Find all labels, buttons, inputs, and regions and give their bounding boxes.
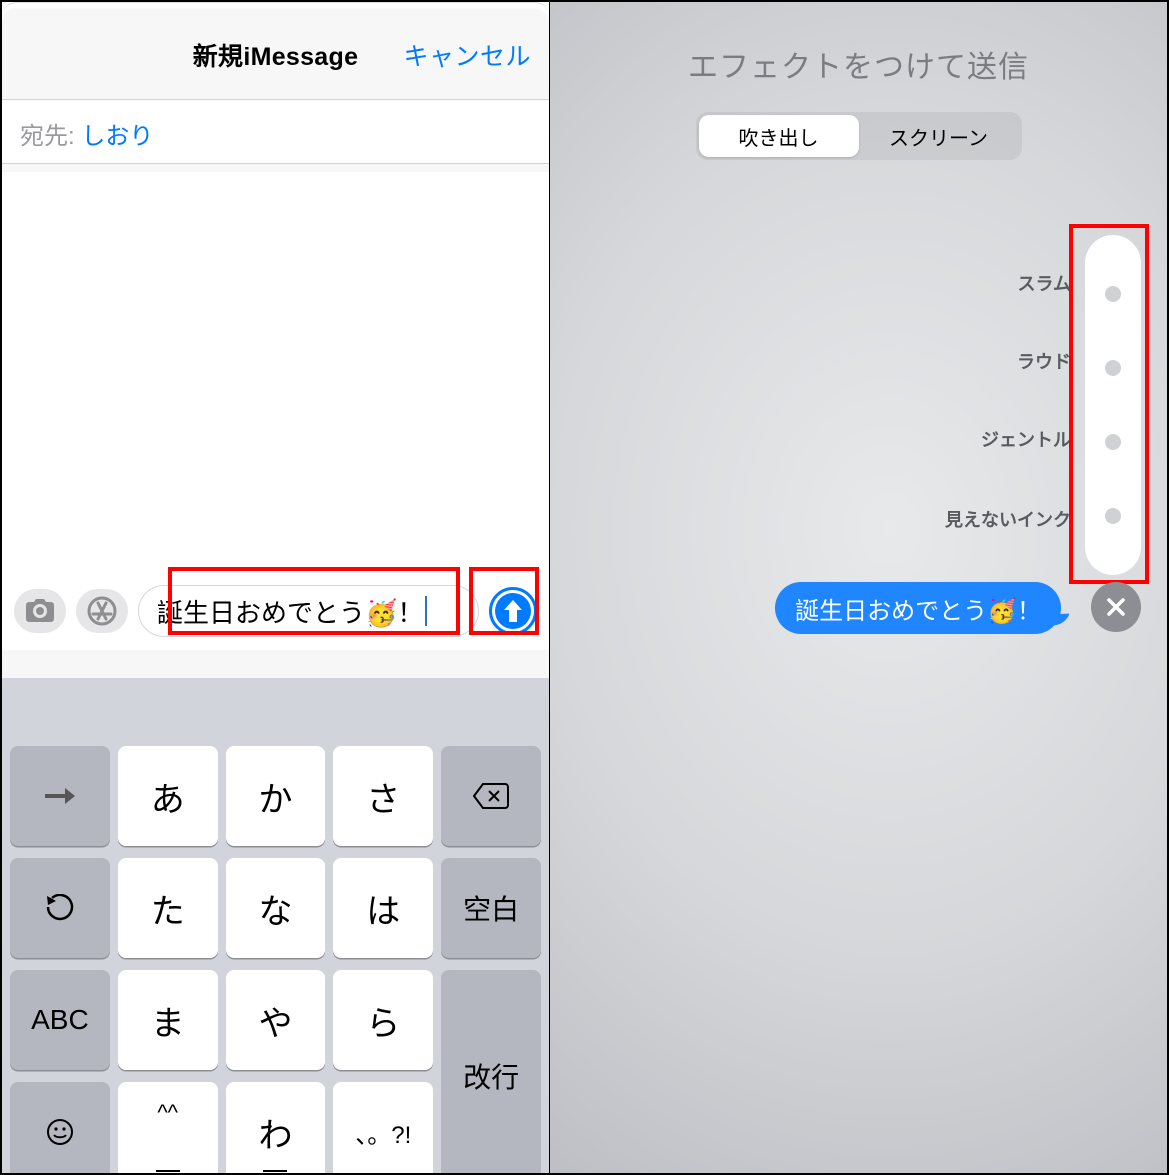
key-wa[interactable]: わ xyxy=(226,1082,326,1173)
smile-icon xyxy=(45,1117,75,1147)
arrow-right-icon xyxy=(45,787,75,805)
recipient-name: しおり xyxy=(81,123,153,150)
close-button[interactable] xyxy=(1091,582,1141,632)
key-abc[interactable]: ABC xyxy=(10,970,110,1070)
key-ma[interactable]: ま xyxy=(118,970,218,1070)
effect-gentle-label: ジェントル xyxy=(981,426,1071,452)
key-ha[interactable]: は xyxy=(333,858,433,958)
app-store-icon xyxy=(87,596,117,626)
effects-screen: エフェクトをつけて送信 吹き出し スクリーン スラム ラウド ジェントル 見えな… xyxy=(550,2,1167,1173)
key-ra[interactable]: ら xyxy=(333,970,433,1070)
recipient-label: 宛先: xyxy=(20,123,81,150)
key-a[interactable]: あ xyxy=(118,746,218,846)
effect-loud-label: ラウド xyxy=(1017,348,1071,374)
nav-title: 新規iMessage xyxy=(193,37,359,73)
cancel-button[interactable]: キャンセル xyxy=(403,10,531,100)
key-ya[interactable]: や xyxy=(226,970,326,1070)
undo-icon xyxy=(46,894,74,922)
effect-slam-label: スラム xyxy=(1018,270,1071,296)
highlight-send xyxy=(469,567,539,635)
camera-button[interactable] xyxy=(14,589,66,633)
compose-screen: 新規iMessage キャンセル 宛先: しおり 誕生日おめでとう🥳！ xyxy=(2,2,550,1173)
key-punct[interactable]: 、。?! xyxy=(333,1082,433,1173)
highlight-effect-rail xyxy=(1069,224,1149,584)
key-undo[interactable] xyxy=(10,858,110,958)
key-na[interactable]: な xyxy=(226,858,326,958)
camera-icon xyxy=(25,599,55,623)
key-ka[interactable]: か xyxy=(226,746,326,846)
key-space[interactable]: 空白 xyxy=(441,858,541,958)
segment-bubble[interactable]: 吹き出し xyxy=(699,115,859,157)
effects-title: エフェクトをつけて送信 xyxy=(550,2,1167,86)
segment-control[interactable]: 吹き出し スクリーン xyxy=(696,112,1022,160)
key-return[interactable]: 改行 xyxy=(441,970,541,1173)
bubble-text: 誕生日おめでとう🥳！ xyxy=(795,591,1041,626)
app-store-button[interactable] xyxy=(76,589,128,633)
effect-invisible-label: 見えないインク xyxy=(945,506,1071,532)
message-bubble: 誕生日おめでとう🥳！ xyxy=(775,582,1061,634)
key-delete[interactable] xyxy=(441,746,541,846)
recipient-row[interactable]: 宛先: しおり xyxy=(2,100,549,164)
key-sa[interactable]: さ xyxy=(333,746,433,846)
key-kana-small[interactable]: ^^ xyxy=(118,1082,218,1173)
close-icon xyxy=(1105,596,1127,618)
key-emoji[interactable] xyxy=(10,1082,110,1173)
key-ta[interactable]: た xyxy=(118,858,218,958)
key-next[interactable] xyxy=(10,746,110,846)
highlight-input xyxy=(168,567,460,635)
segment-screen[interactable]: スクリーン xyxy=(859,115,1019,157)
nav-bar: 新規iMessage キャンセル xyxy=(2,10,549,100)
keyboard: あ か さ た な は 空白 xyxy=(2,678,549,1173)
backspace-icon xyxy=(473,783,509,809)
